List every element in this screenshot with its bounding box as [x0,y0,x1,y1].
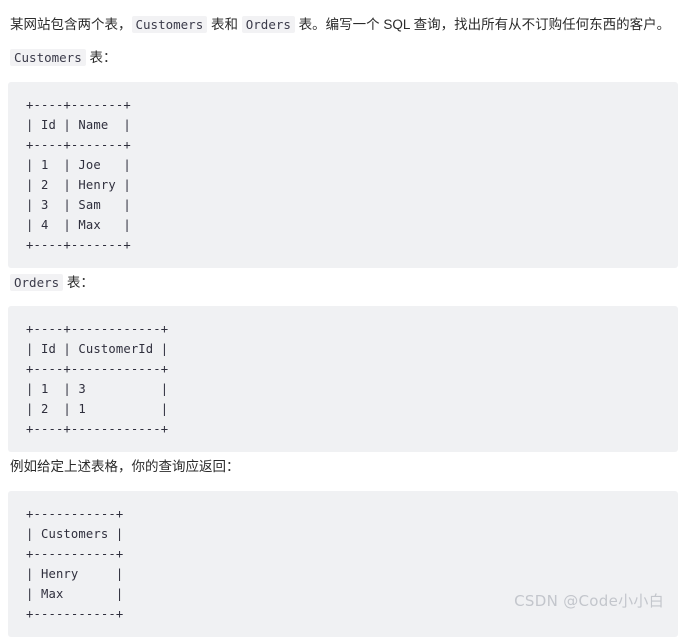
example-result-label: 例如给定上述表格，你的查询应返回： [10,459,240,474]
intro-paragraph: 某网站包含两个表， Customers 表和 Orders 表。编写一个 SQL … [0,15,678,35]
orders-table-label: Orders 表： [0,273,104,293]
orders-label-suffix: 表： [63,275,94,290]
customers-table-ascii: +----+-------+ | Id | Name | +----+-----… [26,98,131,252]
customers-label-suffix: 表： [85,50,117,65]
intro-text-part-3: 表。编写一个 SQL 查询，找出所有从不订购任何东西的客户。 [294,17,671,32]
inline-code-customers: Customers [131,16,208,33]
csdn-watermark: CSDN @Code小小白 [514,592,664,610]
intro-text-part-1: 某网站包含两个表， [10,17,132,32]
problem-statement-page: 某网站包含两个表， Customers 表和 Orders 表。编写一个 SQL … [0,0,678,637]
inline-code-customers-label: Customers [10,49,86,66]
inline-code-orders-label: Orders [10,274,64,291]
orders-table-ascii: +----+------------+ | Id | CustomerId | … [26,322,169,436]
customers-table-label: Customers 表： [0,48,127,68]
intro-text-part-2: 表和 [207,17,242,32]
inline-code-orders: Orders [241,16,295,33]
code-block-orders-table: +----+------------+ | Id | CustomerId | … [8,306,678,452]
code-block-expected-result: +-----------+ | Customers | +-----------… [8,491,678,637]
code-block-customers-table: +----+-------+ | Id | Name | +----+-----… [8,82,678,268]
